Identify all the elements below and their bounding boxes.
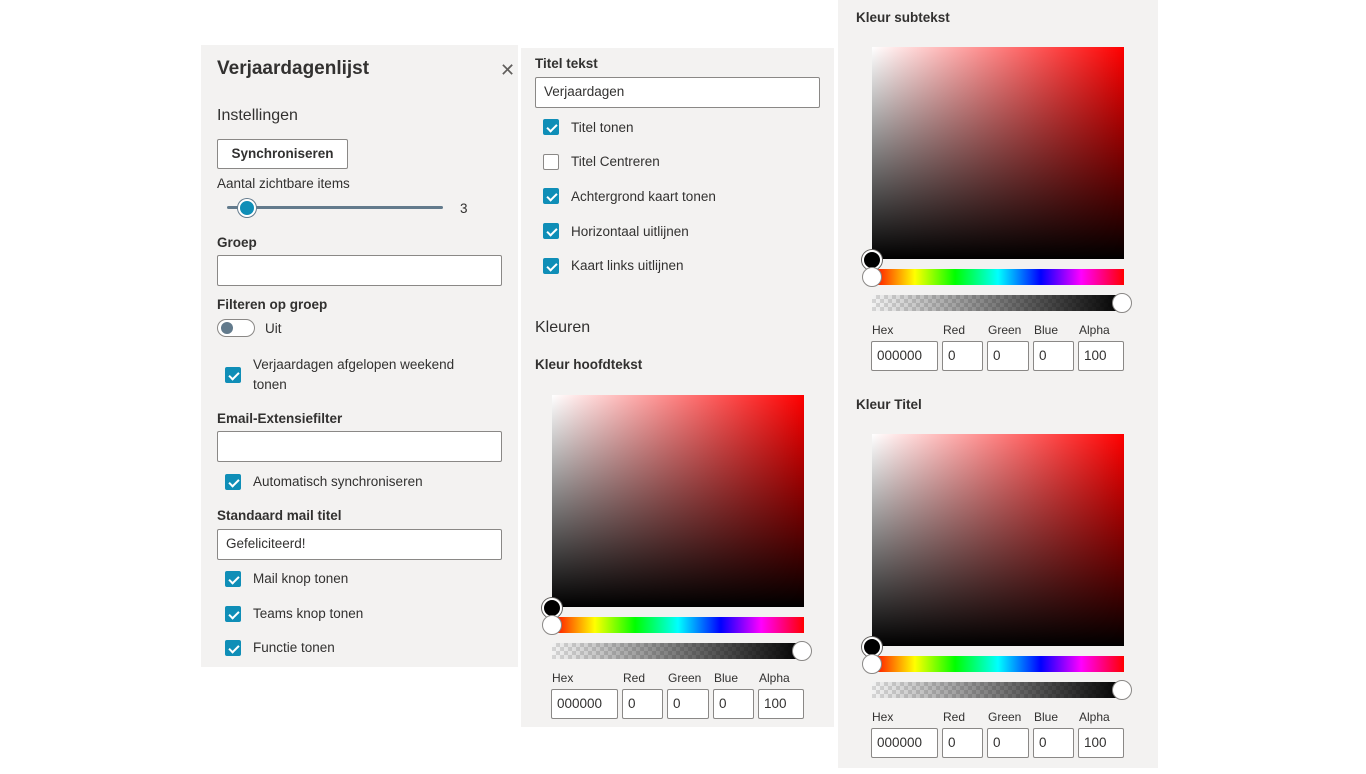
weekend-label-line2: tonen: [253, 377, 287, 392]
auto-sync-label: Automatisch synchroniseren: [253, 474, 423, 489]
horizontal-align-label: Horizontaal uitlijnen: [571, 224, 689, 239]
filter-group-toggle[interactable]: [217, 319, 255, 337]
visible-items-slider[interactable]: [227, 197, 443, 217]
subtext-color-label: Kleur subtekst: [856, 10, 950, 25]
email-filter-label: Email-Extensiefilter: [217, 411, 343, 426]
saturation-value-area[interactable]: [552, 395, 804, 607]
subtext-color-picker: Hex Red Green Blue Alpha 000000 0 0 0 10…: [855, 47, 1132, 387]
section-heading-settings: Instellingen: [217, 107, 298, 124]
property-pane-colors: Kleur subtekst Hex Red Green Blue Alpha …: [838, 0, 1158, 768]
title-color-label: Kleur Titel: [856, 397, 922, 412]
alpha-thumb[interactable]: [1112, 680, 1132, 700]
auto-sync-checkbox[interactable]: [225, 474, 241, 490]
alpha-slider[interactable]: [872, 682, 1124, 698]
red-label: Red: [623, 671, 646, 685]
weekend-checkbox[interactable]: [225, 367, 241, 383]
property-pane-layout: Titel tekst Verjaardagen Titel tonen Tit…: [521, 48, 834, 727]
hex-input[interactable]: 000000: [871, 341, 938, 371]
sync-button[interactable]: Synchroniseren: [217, 139, 348, 169]
title-text-label: Titel tekst: [535, 56, 598, 71]
title-color-picker: Hex Red Green Blue Alpha 000000 0 0 0 10…: [855, 434, 1132, 774]
teams-button-checkbox[interactable]: [225, 606, 241, 622]
red-label: Red: [943, 710, 966, 724]
hue-slider[interactable]: [872, 656, 1124, 672]
blue-input[interactable]: 0: [1033, 341, 1074, 371]
colors-heading: Kleuren: [535, 319, 591, 336]
hue-slider[interactable]: [552, 617, 804, 633]
card-background-label: Achtergrond kaart tonen: [571, 189, 716, 204]
mail-title-label: Standaard mail titel: [217, 508, 342, 523]
title-center-checkbox[interactable]: [543, 154, 559, 170]
alpha-slider[interactable]: [872, 295, 1124, 311]
alpha-thumb[interactable]: [792, 641, 812, 661]
function-label: Functie tonen: [253, 640, 335, 655]
card-left-checkbox[interactable]: [543, 258, 559, 274]
alpha-label: Alpha: [1079, 710, 1110, 724]
green-label: Green: [988, 323, 1022, 337]
group-label: Groep: [217, 235, 257, 250]
red-input[interactable]: 0: [942, 728, 983, 758]
alpha-thumb[interactable]: [1112, 293, 1132, 313]
mail-button-checkbox[interactable]: [225, 571, 241, 587]
hex-input[interactable]: 000000: [871, 728, 938, 758]
alpha-input[interactable]: 100: [1078, 341, 1124, 371]
blue-label: Blue: [714, 671, 739, 685]
green-input[interactable]: 0: [987, 728, 1029, 758]
blue-input[interactable]: 0: [1033, 728, 1074, 758]
title-center-label: Titel Centreren: [571, 154, 660, 169]
function-checkbox[interactable]: [225, 640, 241, 656]
hex-label: Hex: [872, 710, 894, 724]
hue-thumb[interactable]: [542, 615, 562, 635]
hue-slider[interactable]: [872, 269, 1124, 285]
mail-title-input[interactable]: Gefeliciteerd!: [217, 529, 502, 560]
main-text-color-label: Kleur hoofdtekst: [535, 357, 643, 372]
saturation-value-area[interactable]: [872, 434, 1124, 646]
pane-title: Verjaardagenlijst: [217, 58, 370, 79]
visible-items-value: 3: [460, 201, 468, 216]
main-text-color-picker: Hex Red Green Blue Alpha 000000 0 0 0 10…: [535, 395, 812, 735]
mail-button-label: Mail knop tonen: [253, 571, 349, 586]
filter-group-state: Uit: [265, 321, 282, 336]
alpha-slider[interactable]: [552, 643, 804, 659]
title-show-checkbox[interactable]: [543, 119, 559, 135]
saturation-value-area[interactable]: [872, 47, 1124, 259]
toggle-knob: [221, 322, 233, 334]
hex-input[interactable]: 000000: [551, 689, 618, 719]
horizontal-align-checkbox[interactable]: [543, 223, 559, 239]
hue-thumb[interactable]: [862, 654, 882, 674]
alpha-input[interactable]: 100: [1078, 728, 1124, 758]
visible-items-label: Aantal zichtbare items: [217, 176, 350, 191]
red-input[interactable]: 0: [622, 689, 663, 719]
filter-group-label: Filteren op groep: [217, 297, 328, 312]
group-input[interactable]: [217, 255, 502, 286]
red-input[interactable]: 0: [942, 341, 983, 371]
blue-input[interactable]: 0: [713, 689, 754, 719]
title-show-label: Titel tonen: [571, 120, 634, 135]
blue-label: Blue: [1034, 323, 1059, 337]
slider-track: [227, 206, 443, 209]
card-left-label: Kaart links uitlijnen: [571, 258, 684, 273]
alpha-input[interactable]: 100: [758, 689, 804, 719]
property-pane-general: Verjaardagenlijst ✕ Instellingen Synchro…: [201, 45, 518, 667]
hue-thumb[interactable]: [862, 267, 882, 287]
green-label: Green: [668, 671, 702, 685]
hex-label: Hex: [552, 671, 574, 685]
weekend-label-line1: Verjaardagen afgelopen weekend: [253, 357, 455, 372]
card-background-checkbox[interactable]: [543, 188, 559, 204]
alpha-label: Alpha: [1079, 323, 1110, 337]
email-filter-input[interactable]: [217, 431, 502, 462]
green-input[interactable]: 0: [667, 689, 709, 719]
close-icon[interactable]: ✕: [500, 61, 515, 79]
green-input[interactable]: 0: [987, 341, 1029, 371]
slider-thumb[interactable]: [237, 199, 256, 217]
alpha-label: Alpha: [759, 671, 790, 685]
red-label: Red: [943, 323, 966, 337]
hex-label: Hex: [872, 323, 894, 337]
green-label: Green: [988, 710, 1022, 724]
teams-button-label: Teams knop tonen: [253, 606, 364, 621]
title-text-input[interactable]: Verjaardagen: [535, 77, 820, 108]
blue-label: Blue: [1034, 710, 1059, 724]
